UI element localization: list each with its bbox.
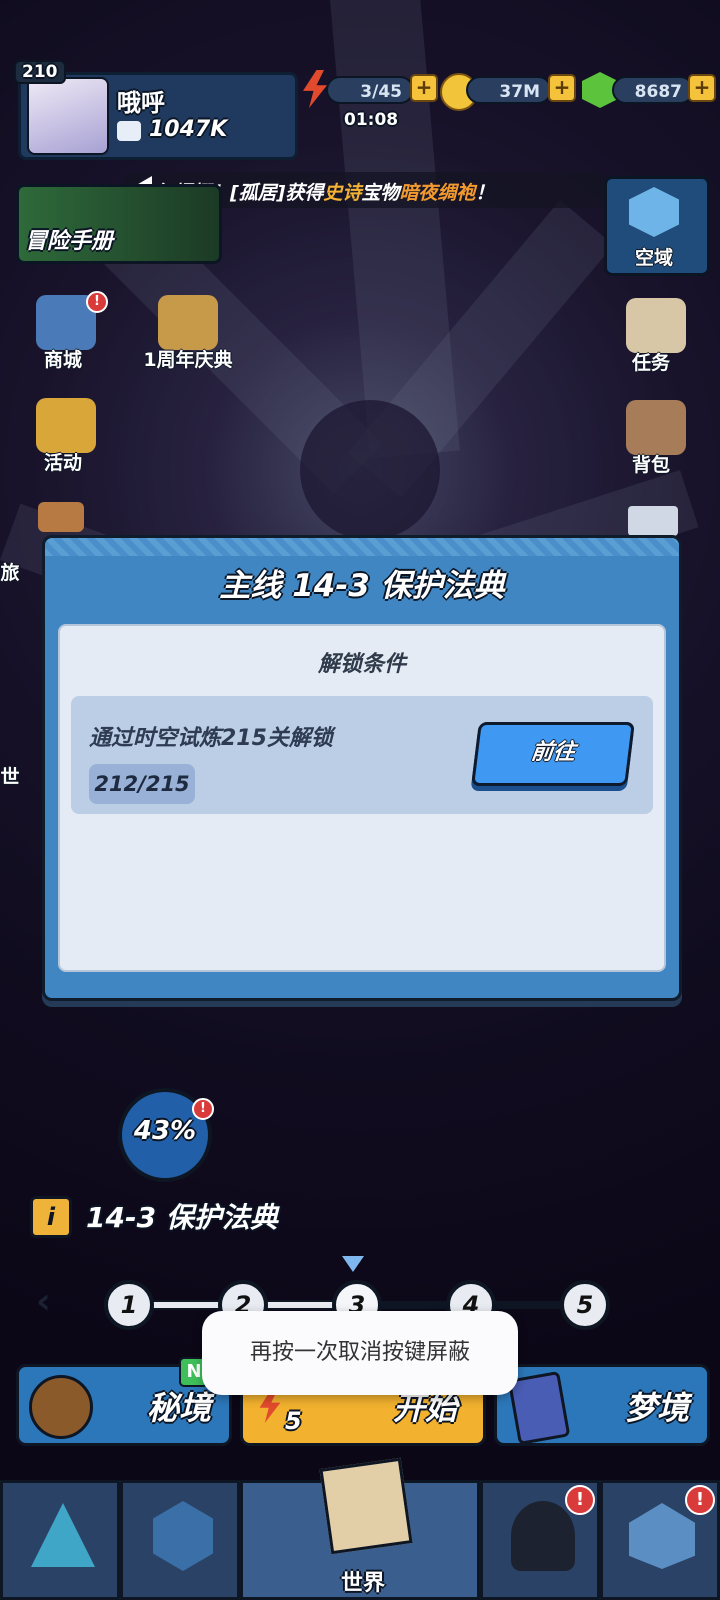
player-card[interactable]: 哦呼 1047K [18,72,298,160]
nav-tab-heroes[interactable] [0,1480,120,1600]
notification-badge: ! [192,1098,214,1120]
backpack-label: 背包 [631,454,670,476]
go-button[interactable]: 前往 [471,722,635,786]
nav-tab-base[interactable]: ! [600,1480,720,1600]
notification-badge: ! [565,1485,595,1515]
unlock-condition-text: 通过时空试炼215关解锁 [89,726,333,751]
dialog-title: 主线 14-3 保护法典 [219,568,505,604]
shop-label: 商城 [43,349,82,371]
info-icon[interactable]: i [30,1196,72,1238]
card-icon [507,1370,571,1446]
shield-icon [629,187,679,237]
unlock-condition-row: 通过时空试炼215关解锁 212/215 前往 [71,696,653,814]
toast-message: 再按一次取消按键屏蔽 [202,1311,518,1395]
quests-label: 任务 [631,352,670,374]
fist-icon [117,121,141,141]
dialog-header-strip [45,538,679,556]
stage-name: 14-3 保护法典 [86,1201,278,1234]
secret-realm-text: 秘境 [147,1389,212,1427]
chevron-left-icon[interactable]: ‹ [36,1282,66,1322]
events-button[interactable]: 活动 [8,398,118,478]
stage-node-1[interactable]: 1 [104,1280,154,1330]
gem-count: 8687 [612,76,694,104]
notification-badge: ! [86,291,108,313]
void-realm-label: 空域 [634,247,673,269]
anniversary-button[interactable]: 1周年庆典 [128,295,248,375]
dialog-content-panel: 解锁条件 通过时空试炼215关解锁 212/215 前往 [58,624,666,972]
target-icon [29,1375,93,1439]
add-gem-button[interactable]: + [688,74,716,102]
backpack-icon [626,400,686,455]
unlock-dialog: 主线 14-3 保护法典 解锁条件 通过时空试炼215关解锁 212/215 前… [42,535,682,1001]
cake-icon [158,295,218,350]
unlock-condition-progress: 212/215 [89,764,195,804]
nav-tab-guild[interactable] [120,1480,240,1600]
shop-button[interactable]: ! 商城 [8,291,118,375]
events-label: 活动 [43,452,82,474]
quests-button[interactable]: 任务 [596,298,706,378]
building-icon [629,1503,695,1569]
nav-tab-characters[interactable]: ! [480,1480,600,1600]
dream-button[interactable]: 梦境 [494,1364,710,1446]
ticker-mid: 宝物 [361,182,400,204]
anniversary-label: 1周年庆典 [143,349,233,371]
ticker-item: 暗夜绸袍 [399,182,476,204]
ticker-rarity: 史诗 [323,182,362,204]
secret-realm-label: 秘境 [147,1383,211,1429]
gold-count: 37M [466,76,552,104]
dream-label: 梦境 [625,1383,689,1429]
scroll-icon [38,502,84,532]
notification-badge: ! [685,1485,715,1515]
player-power: 1047K [149,117,228,142]
player-level: 210 [14,60,66,84]
start-cost: 5 [285,1407,302,1435]
add-energy-button[interactable]: + [410,74,438,102]
gift-icon [36,398,96,453]
secret-realm-button[interactable]: 秘境 N [16,1357,232,1446]
avatar[interactable] [27,77,109,155]
ticker-suffix: ！ [475,182,495,204]
backpack-button[interactable]: 背包 [596,400,706,480]
shield-emblem-icon [153,1501,213,1571]
adventure-handbook-label: 冒险手册 [25,229,114,254]
energy-count: 3/45 [326,76,414,104]
energy-timer: 01:08 [344,110,399,130]
add-gold-button[interactable]: + [548,74,576,102]
player-name: 哦呼 [117,89,165,117]
map-icon [319,1457,413,1555]
mail-icon[interactable] [628,506,678,536]
quest-scroll-icon [626,298,686,353]
stage-node-5[interactable]: 5 [560,1280,610,1330]
void-realm-button[interactable]: 空域 [604,176,710,276]
stage-progress-percent: 43% [133,1116,197,1146]
character-icon [511,1501,575,1571]
dream-text: 梦境 [625,1389,690,1427]
nav-world-label: 世界 [340,1571,385,1596]
crystal-icon [31,1503,95,1567]
unlock-condition-title: 解锁条件 [317,652,406,677]
nav-tab-world[interactable]: 世界 [240,1457,480,1600]
adventure-handbook-button[interactable]: 冒险手册 [16,184,222,264]
